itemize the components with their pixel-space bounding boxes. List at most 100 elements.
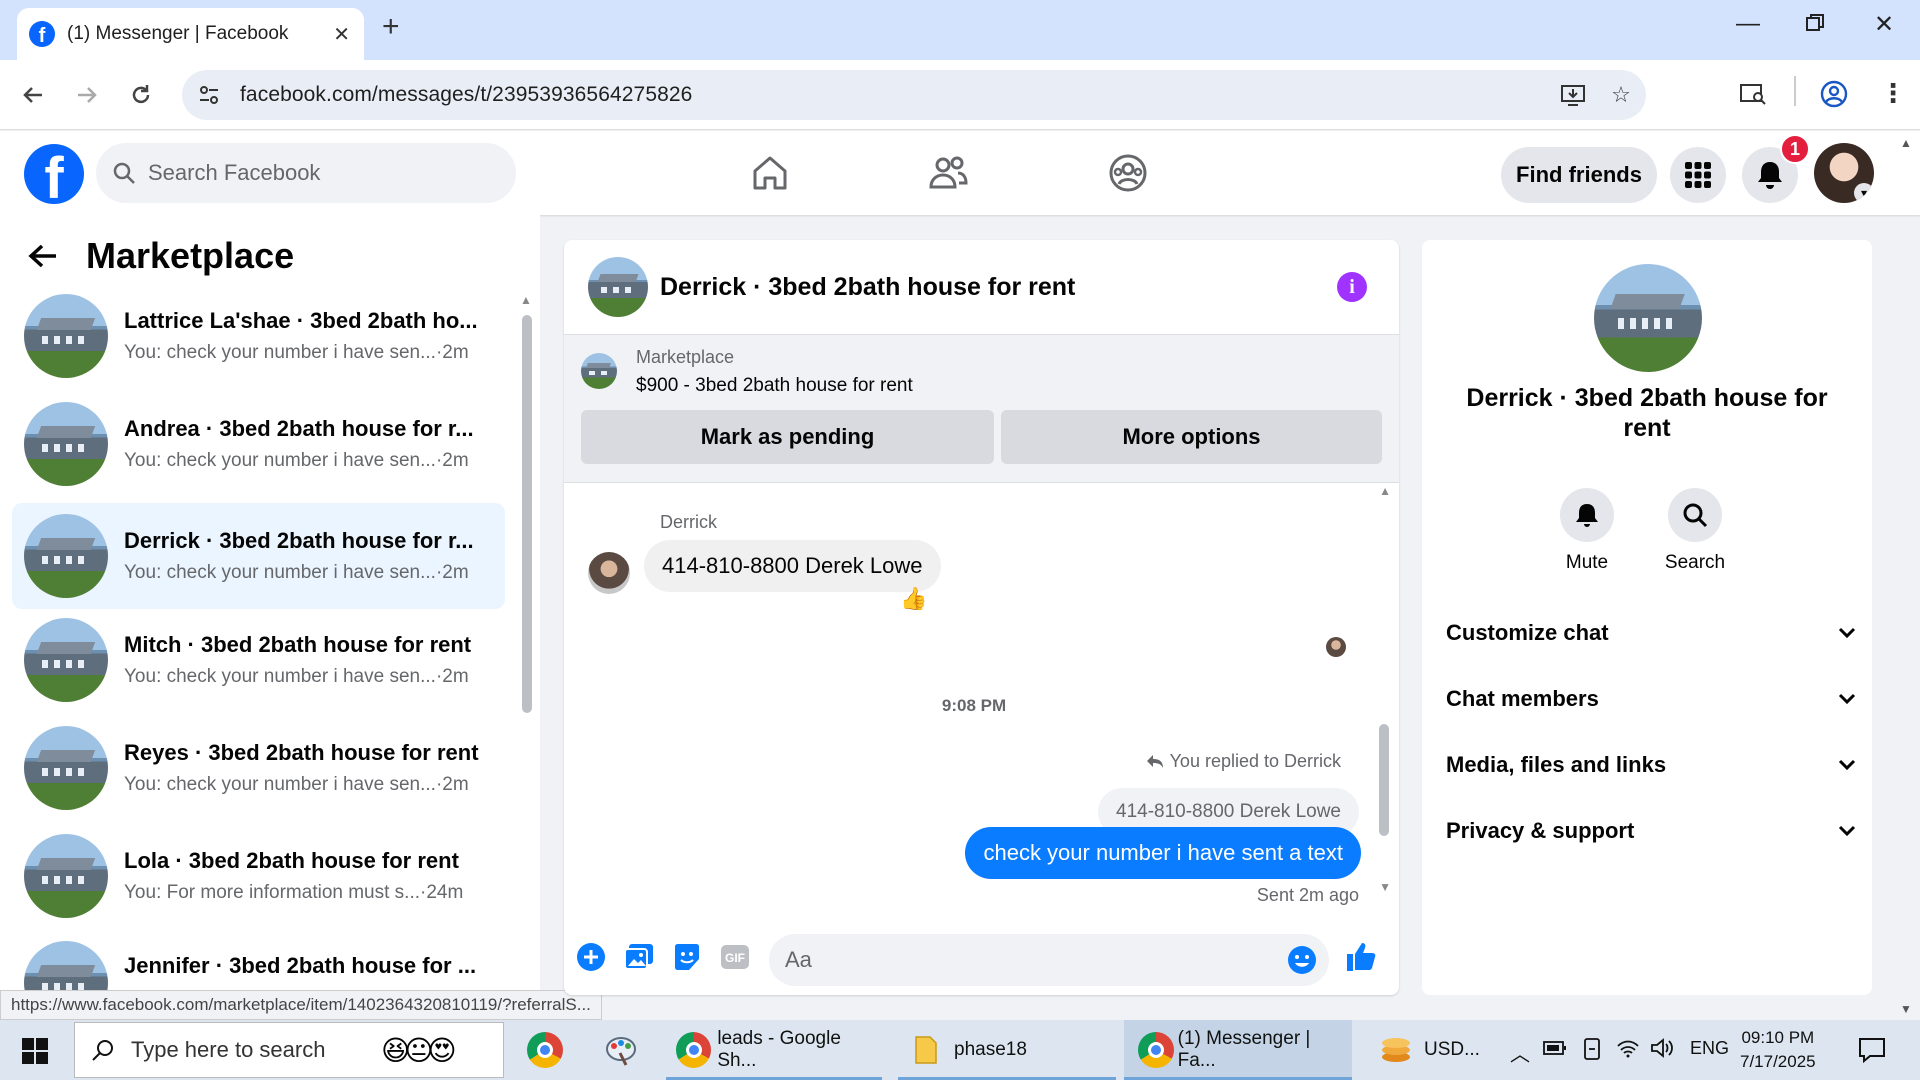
conversation-name: Mitch · 3bed 2bath house for rent bbox=[124, 632, 472, 657]
listing-thumbnail[interactable] bbox=[581, 353, 617, 389]
bell-icon[interactable] bbox=[1560, 488, 1614, 542]
menu-grid-icon[interactable] bbox=[1670, 147, 1726, 203]
page-scroll-down-icon[interactable]: ▼ bbox=[1900, 1002, 1912, 1016]
conversation-time: ·2m bbox=[435, 774, 469, 795]
mark-as-pending-button[interactable]: Mark as pending bbox=[581, 410, 994, 464]
reply-indicator: You replied to Derrick bbox=[1146, 751, 1341, 772]
media-files-links-section[interactable]: Media, files and links bbox=[1446, 752, 1856, 778]
conversation-name: Derrick · 3bed 2bath house for r... bbox=[124, 528, 474, 553]
browser-tab-messenger[interactable]: f (1) Messenger | Facebook ✕ bbox=[17, 8, 364, 60]
search-action[interactable]: Search bbox=[1645, 488, 1745, 574]
profile-icon[interactable] bbox=[1820, 80, 1848, 108]
photo-icon[interactable] bbox=[622, 940, 656, 974]
conversation-item[interactable]: Lola · 3bed 2bath house for rent You: Fo… bbox=[12, 823, 505, 929]
panel-title: Marketplace bbox=[86, 235, 295, 276]
svg-text:GIF: GIF bbox=[725, 951, 745, 965]
volume-icon[interactable] bbox=[1650, 1038, 1674, 1058]
taskbar-app-messenger[interactable]: (1) Messenger | Fa... bbox=[1124, 1020, 1352, 1080]
groups-nav-icon[interactable] bbox=[1104, 149, 1152, 197]
conversation-name: Lattrice La'shae · 3bed 2bath ho... bbox=[124, 308, 478, 333]
install-app-icon[interactable] bbox=[1558, 80, 1588, 110]
back-icon[interactable] bbox=[18, 80, 48, 110]
listing-thumbnail bbox=[24, 726, 108, 810]
taskbar-app-sheets[interactable]: leads - Google Sh... bbox=[666, 1020, 882, 1080]
home-nav-icon[interactable] bbox=[746, 149, 794, 197]
taskbar-currency-widget[interactable]: USD... bbox=[1378, 1020, 1498, 1080]
facebook-search[interactable] bbox=[96, 143, 516, 203]
chat-avatar[interactable] bbox=[588, 257, 648, 317]
taskbar-search[interactable]: 😆😐😍 bbox=[74, 1022, 504, 1078]
account-avatar[interactable]: ▾ bbox=[1814, 143, 1874, 203]
contact-avatar[interactable] bbox=[1594, 264, 1702, 372]
conversation-list-scrollbar[interactable] bbox=[522, 315, 532, 713]
contact-name: Derrick · 3bed 2bath house for rent bbox=[1466, 384, 1828, 442]
wifi-icon[interactable] bbox=[1616, 1038, 1640, 1058]
listing-title[interactable]: $900 - 3bed 2bath house for rent bbox=[636, 375, 913, 397]
message-timestamp: 9:08 PM bbox=[941, 696, 1007, 715]
conversation-preview: You: check your number i have sen... bbox=[124, 450, 436, 471]
more-options-button[interactable]: More options bbox=[1001, 410, 1382, 464]
taskbar-search-input[interactable] bbox=[131, 1037, 381, 1063]
search-icon[interactable] bbox=[1668, 488, 1722, 542]
bookmark-star-icon[interactable]: ☆ bbox=[1606, 80, 1636, 110]
windows-start-icon[interactable] bbox=[22, 1038, 48, 1064]
device-icon[interactable] bbox=[1582, 1038, 1602, 1060]
emoji-icon[interactable] bbox=[1287, 945, 1317, 975]
chat-scrollbar[interactable] bbox=[1379, 724, 1389, 836]
reload-icon[interactable] bbox=[126, 80, 156, 110]
back-arrow-icon[interactable] bbox=[28, 243, 58, 269]
taskbar-app-folder[interactable]: phase18 bbox=[898, 1020, 1116, 1080]
outgoing-message-bubble[interactable]: check your number i have sent a text bbox=[965, 827, 1361, 879]
browser-menu-icon[interactable]: ⋮ bbox=[1880, 78, 1906, 109]
notification-center-icon[interactable] bbox=[1858, 1036, 1886, 1064]
show-hidden-icons-chevron-icon[interactable]: ︿ bbox=[1510, 1038, 1530, 1067]
conversation-item[interactable]: Andrea · 3bed 2bath house for r... You: … bbox=[12, 391, 505, 497]
customize-chat-section[interactable]: Customize chat bbox=[1446, 620, 1856, 646]
page-scroll-up-icon[interactable]: ▲ bbox=[1900, 136, 1912, 150]
scroll-down-arrow-icon[interactable]: ▼ bbox=[1379, 880, 1391, 894]
paint-app-icon[interactable] bbox=[600, 1020, 642, 1080]
message-input-box[interactable] bbox=[769, 934, 1329, 986]
facebook-logo[interactable]: f bbox=[24, 144, 84, 204]
address-bar[interactable]: facebook.com/messages/t/2395393656427582… bbox=[182, 70, 1646, 120]
replied-label: You replied to Derrick bbox=[1169, 751, 1341, 771]
chat-title[interactable]: Derrick · 3bed 2bath house for rent bbox=[660, 273, 1075, 302]
site-info-icon[interactable] bbox=[194, 80, 224, 110]
sticker-icon[interactable] bbox=[670, 940, 704, 974]
search-label: Search bbox=[1664, 552, 1726, 573]
message-thread: Derrick 414-810-8800 Derek Lowe 👍 9:08 P… bbox=[564, 484, 1399, 914]
scroll-up-arrow-icon[interactable]: ▲ bbox=[520, 293, 532, 307]
search-input[interactable] bbox=[148, 160, 488, 186]
scroll-up-arrow-icon[interactable]: ▲ bbox=[1379, 484, 1391, 498]
battery-icon[interactable] bbox=[1543, 1040, 1567, 1056]
thumbs-up-reaction-icon[interactable]: 👍 bbox=[900, 586, 927, 612]
conversation-item[interactable]: Lattrice La'shae · 3bed 2bath ho... You:… bbox=[12, 283, 505, 389]
sender-avatar[interactable] bbox=[588, 552, 630, 594]
message-input[interactable] bbox=[785, 947, 1265, 973]
taskbar-clock[interactable]: 09:10 PM 7/17/2025 bbox=[1740, 1026, 1816, 1074]
gif-icon[interactable]: GIF bbox=[718, 940, 752, 974]
minimize-icon[interactable]: — bbox=[1736, 10, 1760, 38]
close-window-icon[interactable]: ✕ bbox=[1874, 10, 1894, 39]
privacy-support-section[interactable]: Privacy & support bbox=[1446, 818, 1856, 844]
mute-action[interactable]: Mute bbox=[1537, 488, 1637, 574]
url-text[interactable]: facebook.com/messages/t/2395393656427582… bbox=[240, 83, 692, 107]
new-tab-icon[interactable]: + bbox=[382, 10, 400, 44]
info-icon[interactable]: i bbox=[1337, 272, 1367, 302]
plus-circle-icon[interactable] bbox=[574, 940, 608, 974]
conversation-item-active[interactable]: Derrick · 3bed 2bath house for r... You:… bbox=[12, 503, 505, 609]
friends-nav-icon[interactable] bbox=[924, 149, 972, 197]
restore-icon[interactable] bbox=[1806, 14, 1824, 32]
thumbs-up-send-icon[interactable] bbox=[1344, 940, 1378, 974]
conversation-item[interactable]: Reyes · 3bed 2bath house for rent You: c… bbox=[12, 715, 505, 821]
forward-icon[interactable] bbox=[72, 80, 102, 110]
tab-search-icon[interactable] bbox=[1740, 82, 1766, 106]
language-indicator[interactable]: ENG bbox=[1690, 1038, 1729, 1059]
conversation-name: Andrea · 3bed 2bath house for r... bbox=[124, 416, 474, 441]
conversation-item[interactable]: Mitch · 3bed 2bath house for rent You: c… bbox=[12, 607, 505, 713]
close-tab-icon[interactable]: ✕ bbox=[333, 22, 350, 47]
chat-members-section[interactable]: Chat members bbox=[1446, 686, 1856, 712]
find-friends-button[interactable]: Find friends bbox=[1501, 147, 1657, 203]
chrome-taskbar-icon[interactable] bbox=[524, 1020, 566, 1080]
incoming-message-bubble[interactable]: 414-810-8800 Derek Lowe bbox=[644, 540, 941, 592]
